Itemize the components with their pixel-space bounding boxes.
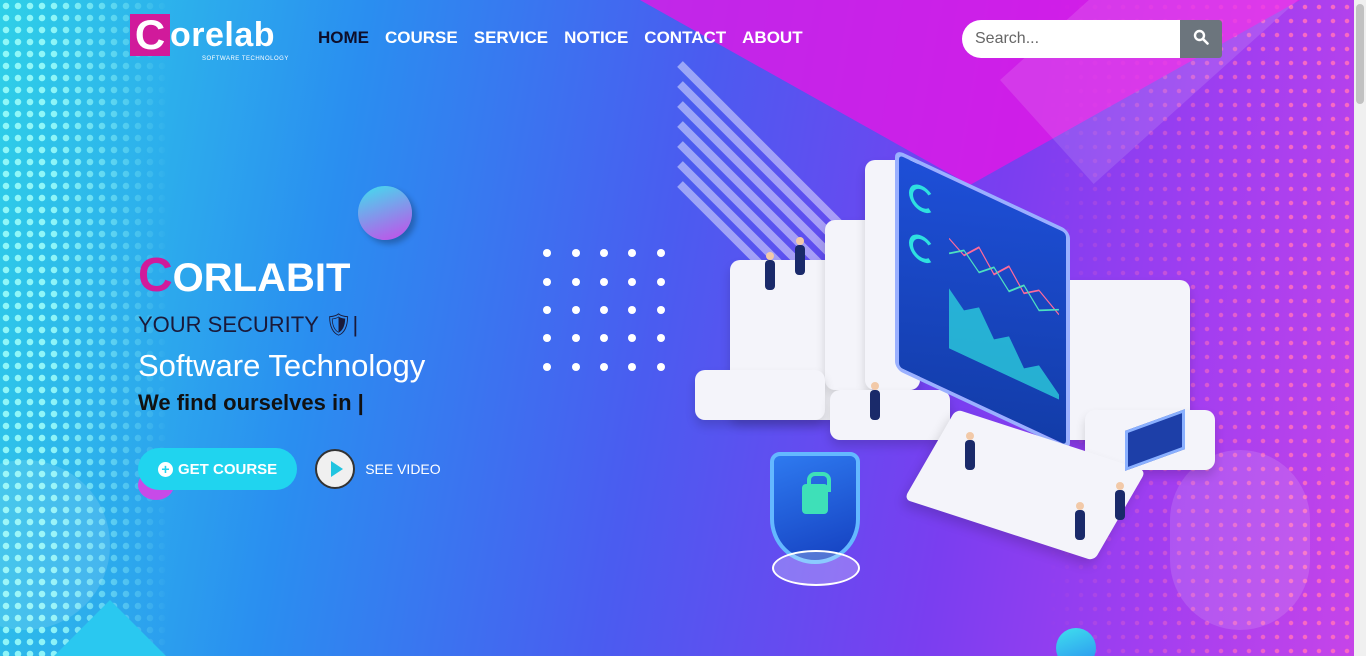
main-nav: HOME COURSE SERVICE NOTICE CONTACT ABOUT xyxy=(318,28,819,48)
hero-tagline: YOUR SECURITY 🛡| xyxy=(138,312,359,337)
nav-about[interactable]: ABOUT xyxy=(742,28,802,48)
person-figure xyxy=(870,382,880,420)
search-input[interactable] xyxy=(962,20,1182,58)
hero-actions: + GET COURSE SEE VIDEO xyxy=(138,448,441,490)
navbar: C orelab SOFTWARE TECHNOLOGY HOME COURSE… xyxy=(0,0,1366,76)
nav-service[interactable]: SERVICE xyxy=(474,28,548,48)
desk-platform xyxy=(830,390,950,440)
dot-decoration xyxy=(600,362,608,371)
brand-logo[interactable]: C orelab SOFTWARE TECHNOLOGY xyxy=(130,14,296,66)
person-figure xyxy=(765,252,775,290)
triangle-decoration xyxy=(50,600,170,656)
nav-contact[interactable]: CONTACT xyxy=(644,28,726,48)
circle-decoration xyxy=(0,460,110,630)
dot-decoration xyxy=(628,277,637,286)
dot-decoration xyxy=(628,334,637,343)
dot-decoration xyxy=(628,249,637,258)
dot-decoration xyxy=(571,306,580,314)
dot-decoration xyxy=(656,362,665,371)
dot-decoration xyxy=(600,334,608,343)
dot-decoration xyxy=(571,362,580,371)
get-course-button[interactable]: + GET COURSE xyxy=(138,448,298,490)
dot-decoration xyxy=(571,334,580,343)
shield-icon xyxy=(770,452,860,564)
hero-title: CORLABIT xyxy=(138,250,558,304)
gear-platform xyxy=(695,370,825,420)
dot-decoration xyxy=(600,306,608,314)
shield-base-ring xyxy=(772,550,860,586)
search-button[interactable] xyxy=(1180,20,1222,58)
dot-decoration xyxy=(656,249,665,258)
search-icon xyxy=(1193,29,1209,45)
dot-decoration xyxy=(600,277,608,286)
dot-decoration xyxy=(656,334,665,343)
person-figure xyxy=(1075,502,1085,540)
person-figure xyxy=(965,432,975,470)
search-form xyxy=(962,20,1222,58)
nav-home[interactable]: HOME xyxy=(318,28,369,48)
gauge-icon xyxy=(909,179,935,218)
dot-decoration xyxy=(628,362,637,371)
person-figure xyxy=(795,237,805,275)
dot-decoration xyxy=(656,306,665,314)
see-video-link[interactable]: SEE VIDEO xyxy=(365,461,440,477)
logo-mark: C xyxy=(130,14,170,56)
hero-section: CORLABIT YOUR SECURITY 🛡| Software Techn… xyxy=(138,250,558,416)
dashboard-chart xyxy=(949,237,1059,400)
nav-notice[interactable]: NOTICE xyxy=(564,28,628,48)
dot-decoration xyxy=(628,306,637,314)
dot-decoration xyxy=(600,249,608,258)
play-video-button[interactable] xyxy=(315,449,356,489)
gauge-icon xyxy=(909,229,935,268)
get-course-label: GET COURSE xyxy=(178,460,278,478)
logo-subtitle: SOFTWARE TECHNOLOGY xyxy=(202,56,289,62)
nav-course[interactable]: COURSE xyxy=(385,28,458,48)
dot-decoration xyxy=(571,277,580,286)
gradient-ball-decoration xyxy=(358,186,412,240)
plus-icon: + xyxy=(158,461,173,477)
dot-decoration xyxy=(656,277,665,286)
scrollbar-thumb[interactable] xyxy=(1356,4,1364,104)
hero-subtitle: Software Technology xyxy=(138,348,426,383)
hero-typing-text: We find ourselves in | xyxy=(138,390,364,415)
play-icon xyxy=(330,461,343,477)
dot-decoration xyxy=(571,249,580,258)
page-scrollbar[interactable] xyxy=(1354,0,1366,656)
gradient-ball-decoration xyxy=(1056,628,1096,656)
lock-icon xyxy=(802,472,831,514)
person-figure xyxy=(1115,482,1125,520)
security-illustration xyxy=(690,149,1230,590)
hero-title-initial: C xyxy=(138,249,173,302)
logo-text: orelab xyxy=(170,16,276,54)
hero-title-rest: ORLABIT xyxy=(172,256,351,300)
